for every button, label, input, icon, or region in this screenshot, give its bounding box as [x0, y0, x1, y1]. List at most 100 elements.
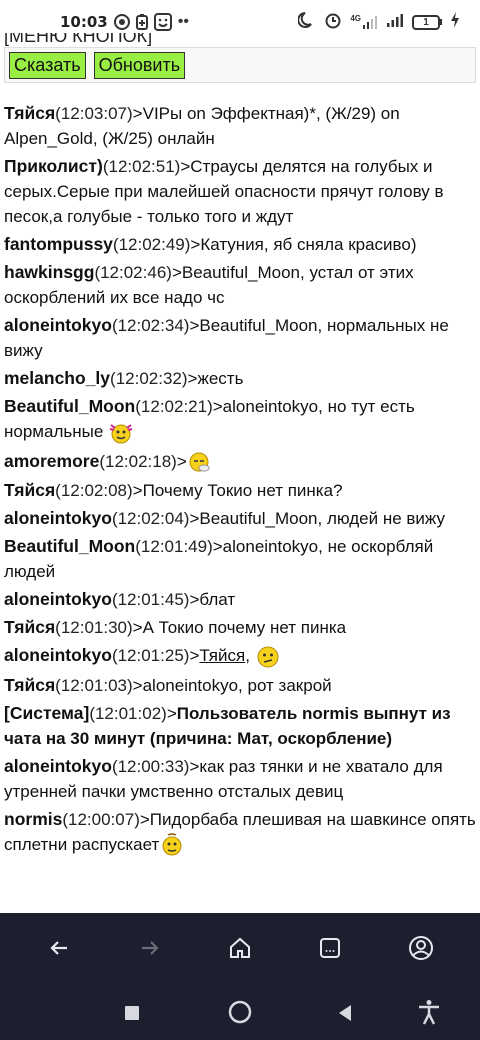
menu-header: [МЕНЮ КНОПОК]	[4, 33, 153, 46]
message-nick[interactable]: Тяйся	[4, 675, 55, 695]
message-time: (12:02:08)	[55, 481, 133, 501]
forward-arrow-icon[interactable]	[126, 924, 174, 972]
more-notifications-icon: ••	[177, 13, 189, 30]
message-time: (12:02:46)	[94, 263, 172, 282]
message-text: >	[189, 646, 200, 666]
refresh-button[interactable]: Обновить	[93, 51, 186, 79]
chat-message: aloneintokyo(12:00:33)>как раз тянки и н…	[4, 754, 476, 804]
message-time: (12:00:07)	[62, 809, 140, 829]
system-message: [Система](12:01:02)>Пользователь normis …	[4, 701, 476, 751]
message-nick[interactable]: hawkinsgg	[4, 262, 94, 282]
say-button[interactable]: Сказать	[9, 51, 86, 79]
chat-page: [МЕНЮ КНОПОК] Сказать Обновить Тяйся(12:…	[0, 33, 480, 913]
message-nick[interactable]: Beautiful_Moon	[4, 536, 135, 556]
sleepy-smiley-icon	[189, 452, 210, 472]
message-time: (12:02:32)	[110, 369, 188, 388]
message-text: >жесть	[187, 369, 244, 388]
message-text: >Почему Токио нет пинка?	[132, 481, 343, 501]
message-nick[interactable]: melancho_ly	[4, 368, 110, 388]
message-text: >Beautiful_Moon, людей не вижу	[189, 509, 445, 529]
chat-message: amoremore(12:02:18)>	[4, 449, 476, 476]
chat-message: Beautiful_Moon(12:01:49)>aloneintokyo, н…	[4, 534, 476, 584]
chat-message: aloneintokyo(12:02:04)>Beautiful_Moon, л…	[4, 506, 476, 531]
message-time: (12:03:07)	[55, 104, 133, 123]
message-time: (12:01:30)	[55, 618, 133, 638]
message-nick[interactable]: aloneintokyo	[4, 315, 112, 335]
chat-message: fantompussy(12:02:49)>Катуния, яб сняла …	[4, 232, 476, 257]
signal-icon	[386, 12, 404, 33]
network-type-label: 4G	[350, 14, 361, 23]
message-time: (12:01:49)	[135, 537, 213, 557]
message-time: (12:02:04)	[111, 509, 190, 529]
message-time: (12:01:25)	[111, 646, 190, 666]
message-text: >блат	[189, 590, 236, 610]
alarm-icon	[324, 11, 342, 34]
status-time: 10:03	[60, 13, 108, 31]
message-nick[interactable]: fantompussy	[4, 234, 113, 254]
chat-message: aloneintokyo(12:01:45)>блат	[4, 587, 476, 612]
system-nav-bar	[0, 993, 480, 1033]
battery-level: 1	[412, 14, 440, 30]
dizzy-smiley-icon	[109, 423, 133, 444]
message-nick[interactable]: Тяйся	[4, 480, 55, 500]
accessibility-icon[interactable]	[417, 999, 441, 1030]
chat-message: aloneintokyo(12:01:25)>Тяйся,	[4, 643, 476, 670]
thinking-smiley-icon	[162, 833, 182, 856]
chat-message: Тяйся(12:01:30)>А Токио почему нет пинка	[4, 615, 476, 640]
message-nick[interactable]: normis	[4, 809, 62, 829]
message-text: >aloneintokyo, рот закрой	[132, 675, 332, 695]
chat-message: melancho_ly(12:02:32)>жесть	[4, 366, 476, 391]
message-text: >	[176, 451, 187, 471]
app-notification-icon	[113, 14, 130, 30]
confused-smiley-icon	[257, 646, 279, 668]
message-time: (12:02:21)	[135, 397, 213, 416]
button-bar: Сказать Обновить	[4, 47, 476, 83]
account-icon[interactable]	[397, 924, 445, 972]
message-nick[interactable]: aloneintokyo	[4, 645, 112, 665]
charging-icon	[450, 11, 460, 33]
tabs-icon[interactable]	[306, 924, 354, 972]
message-time: (12:02:18)	[99, 451, 177, 471]
message-nick[interactable]: amoremore	[4, 451, 99, 471]
message-text-after: ,	[245, 646, 255, 666]
system-nick: [Система]	[4, 702, 90, 723]
battery-saver-icon	[135, 14, 148, 30]
message-nick[interactable]: aloneintokyo	[4, 508, 112, 528]
chat-message: hawkinsgg(12:02:46)>Beautiful_Moon, уста…	[4, 260, 476, 310]
signal-4g-icon: 4G	[350, 14, 378, 30]
chat-message: Тяйся(12:03:07)>VIPы on Эффектная)*, (Ж/…	[4, 101, 476, 151]
mention-link[interactable]: Тяйся	[199, 646, 245, 665]
message-text: >А Токио почему нет пинка	[132, 618, 347, 638]
back-triangle-icon[interactable]	[337, 1004, 353, 1027]
home-icon[interactable]	[216, 924, 264, 972]
back-arrow-icon[interactable]	[35, 924, 83, 972]
message-time: (12:02:49)	[112, 235, 191, 254]
recents-square-icon[interactable]	[124, 1005, 140, 1026]
chat-message: Beautiful_Moon(12:02:21)>aloneintokyo, н…	[4, 394, 476, 446]
message-list: Тяйся(12:03:07)>VIPы on Эффектная)*, (Ж/…	[0, 83, 480, 858]
chat-message: aloneintokyo(12:02:34)>Beautiful_Moon, н…	[4, 313, 476, 363]
message-nick[interactable]: Тяйся	[4, 103, 55, 123]
message-time: (12:02:34)	[111, 316, 190, 335]
message-time: (12:00:33)	[111, 756, 190, 776]
browser-toolbar	[0, 913, 480, 983]
battery-icon: 1	[412, 14, 442, 30]
message-nick[interactable]: Beautiful_Moon	[4, 396, 135, 416]
message-time: (12:01:03)	[55, 675, 133, 695]
home-circle-icon[interactable]	[228, 1000, 252, 1029]
chat-message: Приколист)(12:02:51)>Страусы делятся на …	[4, 154, 476, 229]
browser-nav-bar	[0, 913, 480, 1040]
message-nick[interactable]: aloneintokyo	[4, 589, 112, 609]
message-nick[interactable]: Тяйся	[4, 617, 55, 637]
message-text: >	[166, 703, 177, 723]
dnd-moon-icon	[297, 11, 316, 34]
message-text: >Катуния, яб сняла красиво)	[190, 235, 417, 254]
chat-message: normis(12:00:07)>Пидорбаба плешивая на ш…	[4, 807, 476, 859]
chat-message: Тяйся(12:02:08)>Почему Токио нет пинка?	[4, 478, 476, 503]
message-time: (12:01:02)	[89, 703, 167, 723]
app-face-icon	[153, 13, 172, 31]
message-nick[interactable]: aloneintokyo	[4, 756, 112, 776]
message-nick[interactable]: Приколист)	[4, 156, 103, 176]
message-time: (12:02:51)	[102, 157, 181, 176]
chat-message: Тяйся(12:01:03)>aloneintokyo, рот закрой	[4, 673, 476, 698]
